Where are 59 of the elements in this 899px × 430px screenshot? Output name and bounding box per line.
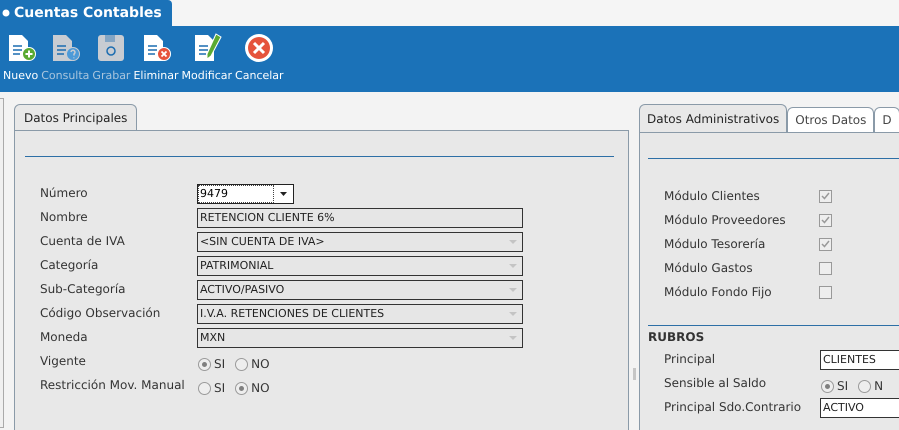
checkbox[interactable]: [819, 214, 832, 226]
radio-label: SI: [214, 380, 226, 397]
dropdown-arrow-icon: [508, 287, 518, 293]
checkmark-icon: [821, 192, 830, 200]
text-field[interactable]: CLIENTES: [820, 350, 899, 370]
dropdown-arrow-icon: [508, 335, 518, 341]
radio-button[interactable]: [235, 382, 248, 394]
checkbox-label: Módulo Gastos: [664, 260, 754, 277]
field-label: Sub-Categoría: [40, 281, 127, 298]
field-label: Principal Sdo.Contrario: [664, 399, 802, 416]
radio-label: N: [874, 378, 884, 395]
window-tab[interactable]: Cuentas Contables: [0, 0, 172, 26]
field-label: Sensible al Saldo: [664, 375, 768, 392]
tab[interactable]: Datos Administrativos: [639, 104, 788, 132]
tab[interactable]: D: [874, 107, 899, 132]
radio-button[interactable]: [235, 358, 248, 370]
radio-button[interactable]: [821, 380, 834, 392]
checkbox-label: Módulo Tesorería: [664, 236, 766, 253]
field-label: Categoría: [40, 257, 100, 274]
checkbox-label: Módulo Proveedores: [664, 212, 787, 229]
dropdown-arrow-icon: [508, 239, 518, 245]
radio-label: SI: [214, 356, 226, 373]
radio-label: NO: [251, 380, 270, 397]
radio-label: SI: [837, 378, 848, 395]
radio-label: NO: [251, 356, 270, 373]
checkbox[interactable]: [819, 238, 832, 250]
field-label: Nombre: [40, 209, 89, 226]
field-label: Restricción Mov. Manual: [40, 377, 186, 394]
dropdown-arrow-icon: [508, 263, 518, 269]
field-label: Código Observación: [40, 305, 162, 322]
dropdown-arrow-icon: [280, 192, 287, 196]
checkmark-icon: [821, 240, 830, 248]
dot-icon: [2, 9, 10, 17]
field-label: Principal: [664, 351, 716, 368]
checkbox[interactable]: [819, 190, 832, 202]
toolbar-button[interactable]: Eliminar: [132, 32, 180, 84]
tab[interactable]: Otros Datos: [787, 107, 874, 132]
checkbox-label: Módulo Fondo Fijo: [664, 284, 773, 301]
field-label: Vigente: [40, 353, 87, 370]
text-field[interactable]: ACTIVO: [820, 398, 899, 418]
field-label: Cuenta de IVA: [40, 233, 126, 250]
toolbar-button[interactable]: Nuevo: [2, 32, 40, 84]
field-label: Moneda: [40, 329, 89, 346]
toolbar-button[interactable]: Modificar: [180, 32, 234, 84]
toolbar-button[interactable]: Cancelar: [234, 32, 285, 84]
radio-button[interactable]: [858, 380, 872, 392]
checkbox[interactable]: [819, 286, 832, 298]
checkbox[interactable]: [819, 262, 832, 274]
radio-button[interactable]: [198, 358, 211, 370]
radio-button[interactable]: [198, 382, 211, 394]
checkbox-label: Módulo Clientes: [664, 188, 761, 205]
splitter-grip-icon: [632, 368, 636, 380]
number-dropdown[interactable]: 9479: [196, 184, 294, 204]
dropdown-arrow-icon: [508, 311, 518, 317]
section-title: RUBROS: [648, 329, 706, 346]
field-label: Número: [40, 185, 89, 202]
window-title: Cuentas Contables: [14, 4, 162, 22]
tab[interactable]: Datos Principales: [14, 104, 138, 130]
checkmark-icon: [821, 216, 830, 224]
